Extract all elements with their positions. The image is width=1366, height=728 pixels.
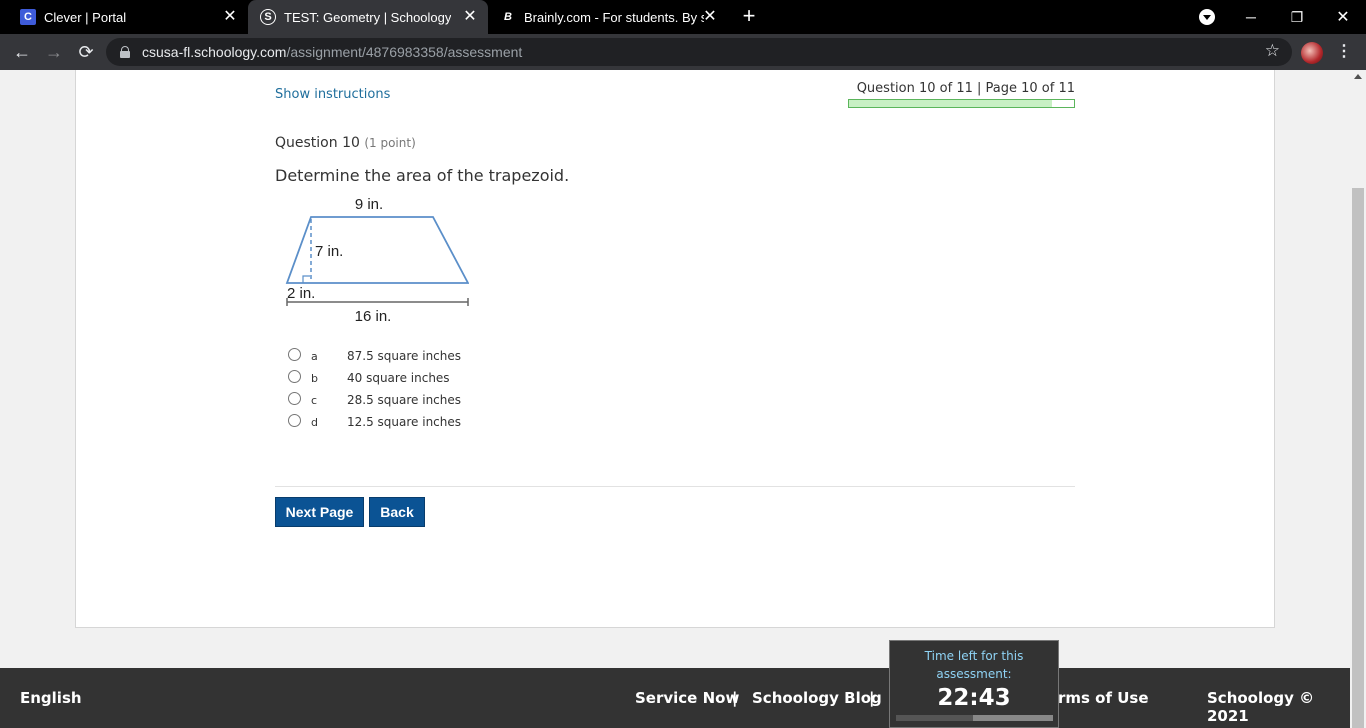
- close-tab-icon[interactable]: ✕: [222, 9, 238, 25]
- browser-menu-icon[interactable]: ⋮: [1336, 40, 1352, 64]
- restore-icon[interactable]: ❐: [1274, 0, 1320, 34]
- timer-label: Time left for this assessment:: [924, 649, 1024, 681]
- choice-b[interactable]: b 40 square inches: [288, 367, 461, 389]
- language-link[interactable]: English: [20, 689, 82, 707]
- reload-icon[interactable]: ⟳: [74, 40, 98, 64]
- close-window-icon[interactable]: ✕: [1320, 0, 1366, 34]
- page-viewport: Show instructions Question 10 of 11 | Pa…: [0, 70, 1350, 728]
- brainly-favicon-icon: B: [504, 11, 512, 23]
- forward-arrow-icon[interactable]: →: [42, 40, 66, 64]
- question-title: Question 10 (1 point): [275, 135, 416, 151]
- radio-button[interactable]: [288, 347, 301, 361]
- bookmark-star-icon[interactable]: ☆: [1265, 41, 1280, 61]
- footer-separator: |: [732, 689, 738, 707]
- bottom-side-label: 16 in.: [355, 308, 392, 325]
- answer-choices: a 87.5 square inches b 40 square inches …: [288, 345, 461, 433]
- choice-text: 87.5 square inches: [347, 349, 462, 363]
- tab-title: TEST: Geometry | Schoology: [284, 9, 452, 25]
- next-page-button[interactable]: Next Page: [275, 497, 364, 527]
- choice-letter: b: [311, 371, 318, 385]
- divider: [275, 486, 1075, 487]
- profile-avatar[interactable]: [1301, 42, 1323, 64]
- question-text: Determine the area of the trapezoid.: [275, 166, 570, 185]
- progress-bar: [848, 99, 1075, 108]
- choice-text: 28.5 square inches: [347, 393, 462, 407]
- tab-title: Brainly.com - For students. By stu: [524, 9, 704, 25]
- offset-label: 2 in.: [287, 285, 315, 302]
- radio-button[interactable]: [288, 369, 301, 383]
- choice-letter: c: [311, 393, 318, 407]
- schoology-blog-link[interactable]: Schoology Blog: [752, 689, 882, 707]
- top-side-label: 9 in.: [355, 196, 383, 213]
- site-footer: English Service Now | Schoology Blog | r…: [0, 668, 1350, 728]
- right-angle-mark: [302, 275, 310, 283]
- scroll-thumb[interactable]: [1352, 188, 1364, 728]
- copyright-text: Schoology © 2021: [1207, 689, 1315, 725]
- assessment-card: Show instructions Question 10 of 11 | Pa…: [75, 70, 1275, 628]
- close-tab-icon[interactable]: ✕: [702, 9, 718, 25]
- assessment-timer: Time left for this assessment: 22:43: [889, 640, 1059, 728]
- trapezoid-figure: 9 in. 7 in. 2 in. 16 in.: [285, 196, 469, 325]
- terms-of-use-link[interactable]: rms of Use: [1058, 689, 1149, 707]
- vertical-scrollbar[interactable]: [1350, 70, 1366, 728]
- choice-text: 40 square inches: [347, 371, 450, 385]
- minimize-icon[interactable]: ─: [1228, 0, 1274, 34]
- choice-letter: a: [311, 349, 318, 363]
- url-host: csusa-fl.schoology.com: [142, 44, 287, 60]
- choice-text: 12.5 square inches: [347, 415, 462, 429]
- radio-button[interactable]: [288, 413, 301, 427]
- progress-fill: [849, 100, 1052, 107]
- new-tab-button[interactable]: +: [738, 5, 760, 28]
- timer-progress-bar: [896, 715, 1053, 721]
- question-points: (1 point): [364, 136, 416, 150]
- height-label: 7 in.: [315, 243, 343, 260]
- schoology-favicon-icon: S: [260, 9, 276, 25]
- timer-progress-fill: [896, 715, 973, 721]
- question-counter: Question 10 of 11 | Page 10 of 11: [856, 81, 1075, 96]
- choice-d[interactable]: d 12.5 square inches: [288, 411, 461, 433]
- tab-clever[interactable]: C Clever | Portal ✕: [8, 0, 248, 34]
- address-bar[interactable]: csusa-fl.schoology.com/assignment/487698…: [106, 38, 1292, 66]
- tab-title: Clever | Portal: [44, 9, 127, 25]
- choice-c[interactable]: c 28.5 square inches: [288, 389, 461, 411]
- lock-icon: [120, 46, 130, 58]
- question-label: Question 10: [275, 135, 360, 151]
- timer-value: 22:43: [937, 685, 1011, 711]
- back-arrow-icon[interactable]: ←: [10, 40, 34, 64]
- back-button[interactable]: Back: [369, 497, 425, 527]
- scroll-up-arrow-icon[interactable]: [1354, 74, 1362, 79]
- close-tab-icon[interactable]: ✕: [462, 9, 478, 25]
- choice-letter: d: [311, 415, 318, 429]
- url-path: /assignment/4876983358/assessment: [286, 44, 523, 60]
- radio-button[interactable]: [288, 391, 301, 405]
- choice-a[interactable]: a 87.5 square inches: [288, 345, 461, 367]
- tab-strip: C Clever | Portal ✕ S TEST: Geometry | S…: [0, 0, 1366, 34]
- browser-toolbar: ← → ⟳ csusa-fl.schoology.com/assignment/…: [0, 34, 1366, 70]
- footer-separator: |: [869, 689, 875, 707]
- tab-schoology[interactable]: S TEST: Geometry | Schoology ✕: [248, 0, 488, 34]
- tab-brainly[interactable]: B Brainly.com - For students. By stu ✕: [488, 0, 728, 34]
- service-now-link[interactable]: Service Now: [635, 689, 739, 707]
- tab-search-icon[interactable]: [1199, 9, 1215, 25]
- show-instructions-link[interactable]: Show instructions: [275, 87, 390, 102]
- clever-favicon-icon: C: [20, 9, 36, 25]
